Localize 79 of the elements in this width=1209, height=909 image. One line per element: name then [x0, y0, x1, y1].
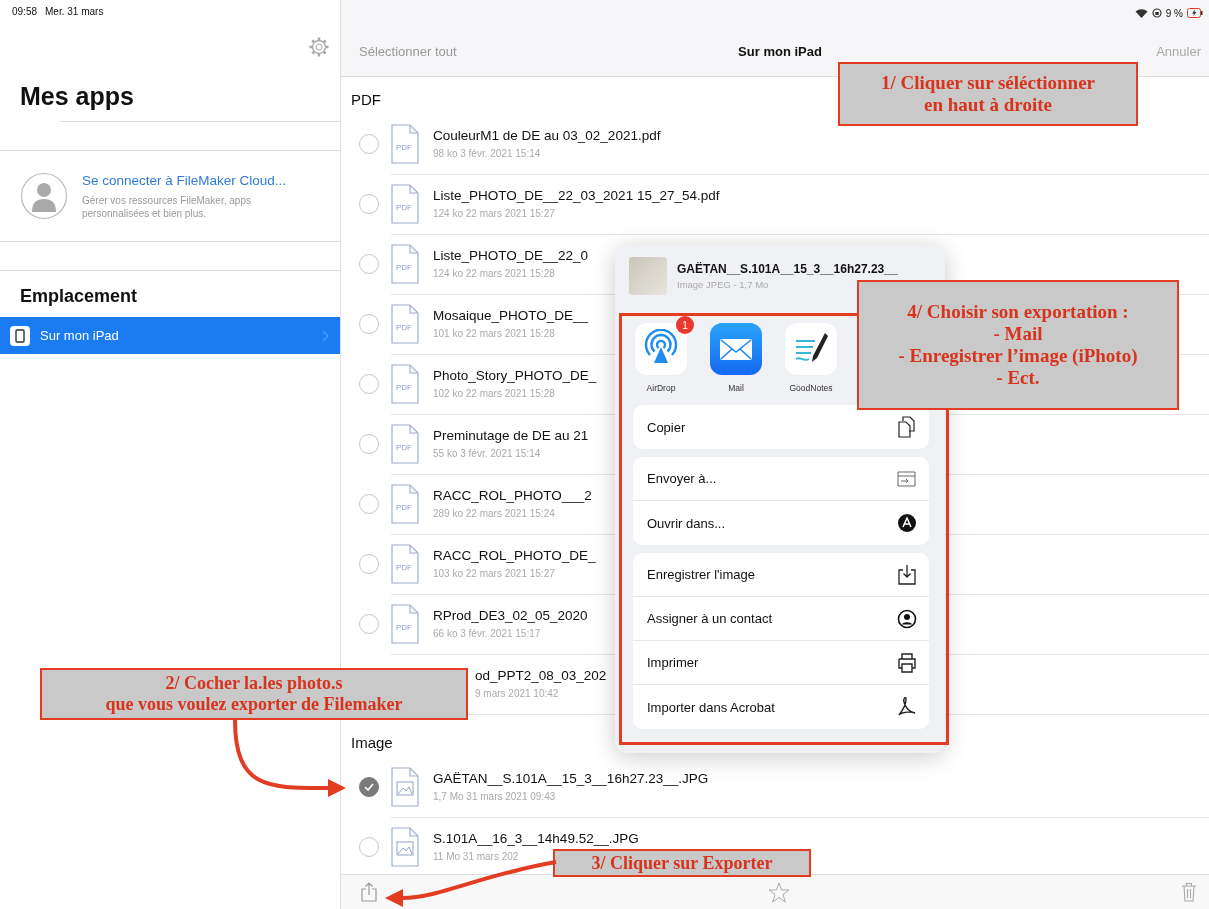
account-description: Gérer vos ressources FileMaker, apps personnalisées et bien plus. [82, 193, 252, 220]
sign-in-link[interactable]: Se connecter à FileMaker Cloud... [82, 172, 320, 188]
callout-text: en haut à droite [924, 94, 1052, 116]
callout-text: 2/ Cocher la.les photo.s [165, 673, 343, 694]
chevron-icon [322, 329, 330, 342]
copy-icon [897, 416, 917, 438]
pdf-file-icon: PDF [391, 123, 419, 164]
file-details: 124 ko 22 mars 2021 15:27 [433, 208, 555, 219]
shared-file-type: Image JPEG - 1,7 Mo [677, 279, 770, 290]
share-action[interactable]: Enregistrer l'image [633, 553, 929, 597]
image-file-icon [391, 826, 419, 867]
file-details: 9 mars 2021 10:42 [475, 688, 559, 699]
file-name: od_PPT2_08_03_202 [475, 668, 607, 683]
section-heading: Emplacement [19, 285, 139, 308]
file-name: Preminutage de DE au 21 [433, 428, 589, 443]
file-name: CouleurM1 de DE au 03_02_2021.pdf [433, 128, 661, 143]
shared-file-name: GAËTAN__S.101A__15_3__16h27.23__ [677, 262, 898, 276]
file-name: GAËTAN__S.101A__15_3__16h27.23__.JPG [433, 771, 709, 786]
callout-text: 1/ Cliquer sur séléctionner [880, 72, 1096, 94]
file-details: 102 ko 22 mars 2021 15:28 [433, 388, 555, 399]
pdf-file-icon: PDF [391, 303, 419, 344]
avatar-icon [20, 172, 68, 220]
image-file-icon [391, 766, 419, 807]
share-action[interactable]: Envoyer à... [633, 457, 929, 501]
notification-badge: 1 [676, 316, 694, 334]
pdf-file-icon: PDF [391, 363, 419, 404]
file-details: 11 Mo 31 mars 202 [433, 851, 519, 862]
file-name: Liste_PHOTO_DE__22_0 [433, 248, 589, 263]
file-name: RACC_ROL_PHOTO_DE_ [433, 548, 596, 563]
settings-icon[interactable] [308, 36, 330, 58]
file-details: 66 ko 3 févr. 2021 15:17 [433, 628, 541, 639]
file-details: 124 ko 22 mars 2021 15:28 [433, 268, 555, 279]
callout-text: 4/ Choisir son exportation : [907, 301, 1129, 324]
file-name: Mosaique_PHOTO_DE__ [433, 308, 589, 323]
status-date: Mer. 31 mars [45, 6, 104, 17]
photo-placeholder [629, 257, 667, 295]
printer-icon [897, 651, 917, 674]
navbar-title: Sur mon iPad [738, 43, 822, 59]
file-details: 1,7 Mo 31 mars 2021 09:43 [433, 791, 556, 802]
tablet-icon [10, 325, 30, 346]
star-icon[interactable] [768, 881, 790, 903]
download-tray-icon [897, 563, 917, 586]
person-circle-icon [897, 607, 917, 630]
page-title: Mes apps [19, 81, 135, 112]
file-name: Photo_Story_PHOTO_DE_ [433, 368, 597, 383]
callout-text: - Enregistrer l’image (iPhoto) [898, 345, 1138, 367]
battery-percent: 9 % [1165, 7, 1183, 19]
file-details: 101 ko 22 mars 2021 15:28 [433, 328, 555, 339]
file-details: 289 ko 22 mars 2021 15:24 [433, 508, 555, 519]
curl-icon [897, 696, 917, 718]
pdf-file-icon: PDF [391, 243, 419, 284]
section-heading: PDF [351, 91, 381, 108]
status-time: 09:58 [12, 6, 38, 17]
pdf-file-icon: PDF [391, 423, 419, 464]
callout-text: - Mail [993, 323, 1043, 345]
file-name: RACC_ROL_PHOTO___2 [433, 488, 592, 503]
trash-icon[interactable] [1181, 882, 1197, 902]
file-name: Liste_PHOTO_DE__22_03_2021 15_27_54.pdf [433, 188, 720, 203]
checkmark-icon [364, 783, 374, 791]
file-details: 98 ko 3 févr. 2021 15:14 [433, 148, 541, 159]
section-heading: Image [351, 734, 393, 751]
wifi-icon [1134, 8, 1148, 18]
callout-text: que vous voulez exporter de Filemaker [105, 694, 403, 715]
select-radio[interactable] [359, 777, 379, 797]
circle-letter-icon [897, 512, 917, 534]
pdf-file-icon: PDF [391, 183, 419, 224]
file-details: 103 ko 22 mars 2021 15:27 [433, 568, 555, 579]
file-details: 55 ko 3 févr. 2021 15:14 [433, 448, 541, 459]
callout-text: 3/ Cliquer sur Exporter [591, 852, 773, 874]
share-icon[interactable] [361, 882, 377, 902]
pdf-file-icon: PDF [391, 603, 419, 644]
file-name: S.101A__16_3__14h49.52__.JPG [433, 831, 639, 846]
callout-text: - Ect. [996, 366, 1040, 389]
sidebar-item[interactable]: Sur mon iPad [0, 317, 340, 354]
pdf-file-icon: PDF [391, 483, 419, 524]
pdf-file-icon: PDF [391, 543, 419, 584]
file-name: RProd_DE3_02_05_2020 [433, 608, 588, 623]
rotation-lock-icon [1151, 8, 1162, 18]
battery-icon [1187, 8, 1203, 18]
